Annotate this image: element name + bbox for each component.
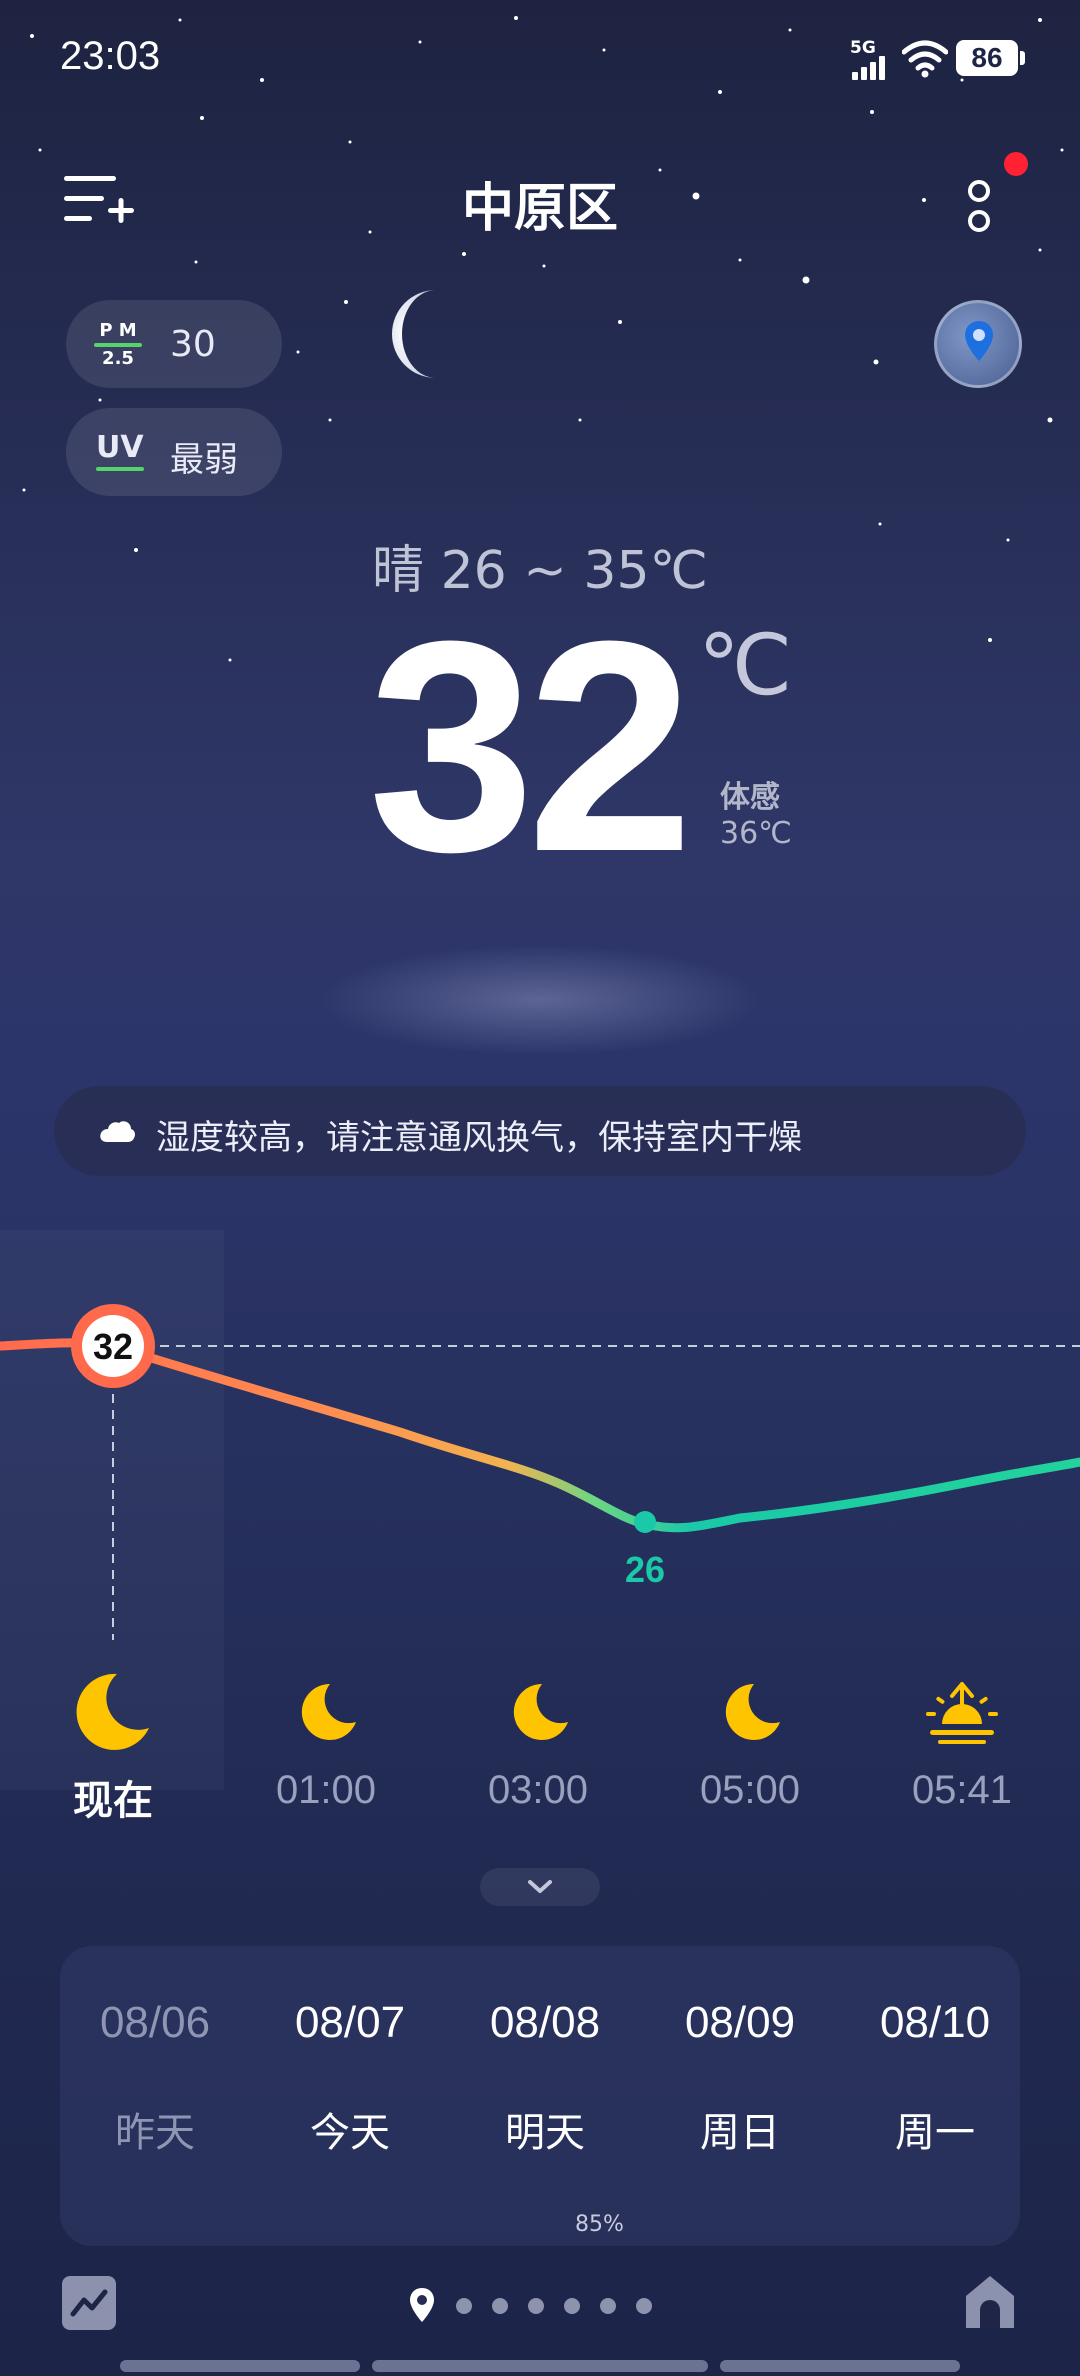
min-temp-label: 26 <box>625 1549 665 1590</box>
city-title: 中原区 <box>461 179 618 239</box>
tip-text: 湿度较高，请注意通风换气，保持室内干燥 <box>156 1118 802 1158</box>
hour-label: 03:00 <box>487 1768 589 1812</box>
add-city-icon[interactable] <box>64 172 136 232</box>
more-options-icon[interactable] <box>962 176 996 236</box>
temperature-unit: ℃ <box>698 616 793 714</box>
page-dot[interactable] <box>492 2298 508 2314</box>
hour-label: 05:00 <box>699 1768 801 1812</box>
min-temp-point <box>634 1511 656 1533</box>
moon-icon <box>301 1683 356 1740</box>
day-name: 周一 <box>895 2110 975 2156</box>
cloud-icon <box>100 1121 135 1142</box>
day-name: 今天 <box>310 2110 390 2156</box>
hour-item[interactable]: 05:00 <box>660 1670 840 1813</box>
day-item[interactable]: 08/08 明天 <box>450 1998 640 2158</box>
notification-dot <box>1004 152 1028 176</box>
precipitation-label: 85% <box>575 2212 624 2237</box>
hourly-temperature-chart[interactable]: 32 26 <box>0 1270 1080 1640</box>
day-date: 08/07 <box>294 1998 406 2047</box>
hour-item[interactable]: 03:00 <box>448 1670 628 1813</box>
uv-value: 最弱 <box>170 440 238 480</box>
status-bar: 23:03 5G 86 <box>0 0 1080 120</box>
uv-chip[interactable]: UV 最弱 <box>66 408 282 496</box>
moon-icon <box>76 1673 149 1750</box>
feels-like-value: 36℃ <box>720 816 792 851</box>
hour-label: 05:41 <box>911 1768 1013 1812</box>
temperature-curve <box>0 1338 1080 1533</box>
location-map-button[interactable] <box>934 300 1022 388</box>
day-name: 明天 <box>505 2110 585 2156</box>
day-name: 周日 <box>700 2110 780 2156</box>
day-name: 昨天 <box>115 2110 195 2156</box>
location-pin-icon <box>410 2288 434 2322</box>
pm25-value: 30 <box>170 324 216 365</box>
page-dot[interactable] <box>600 2298 616 2314</box>
day-date: 08/10 <box>879 1998 991 2047</box>
day-item[interactable]: 08/10 周一 <box>840 1998 1020 2158</box>
wifi-icon <box>902 40 948 78</box>
expand-hourly-button[interactable] <box>480 1868 600 1906</box>
day-item-yesterday[interactable]: 08/06 昨天 <box>60 1998 250 2158</box>
crescent-moon-icon <box>392 290 436 378</box>
weather-tip[interactable]: 湿度较高，请注意通风换气，保持室内干燥 <box>54 1086 1026 1176</box>
pm25-chip[interactable]: P M 2.5 30 <box>66 300 282 388</box>
city-page-indicator[interactable] <box>408 2286 668 2326</box>
hour-label: 01:00 <box>275 1768 377 1812</box>
signal-icon <box>852 56 885 80</box>
day-item[interactable]: 08/07 今天 <box>255 1998 445 2158</box>
day-item[interactable]: 08/09 周日 <box>645 1998 835 2158</box>
current-temperature: 32 <box>368 578 694 914</box>
day-date: 08/08 <box>489 1998 601 2047</box>
day-date: 08/09 <box>684 1998 796 2047</box>
sunrise-icon <box>926 1682 998 1744</box>
trend-button[interactable] <box>62 2276 116 2330</box>
page-dot[interactable] <box>636 2298 652 2314</box>
day-date: 08/06 <box>99 1998 211 2047</box>
hour-item[interactable]: 01:00 <box>236 1670 416 1813</box>
uv-icon: UV <box>96 430 144 471</box>
status-time: 23:03 <box>60 34 161 78</box>
current-temp-label: 32 <box>93 1326 133 1367</box>
chevron-down-icon <box>528 1880 552 1893</box>
network-type: 5G <box>850 38 876 58</box>
location-pin-icon <box>965 321 993 361</box>
feels-like-label: 体感 <box>720 780 780 815</box>
trend-chart-icon <box>70 2289 108 2317</box>
moon-icon <box>725 1683 780 1740</box>
page-dot[interactable] <box>564 2298 580 2314</box>
moon-icon <box>513 1683 568 1740</box>
hour-item-now[interactable]: 现在 <box>23 1670 203 1826</box>
hour-item[interactable]: 05:41 <box>872 1670 1052 1813</box>
pm25-icon: P M 2.5 <box>94 322 142 368</box>
scroll-indicator <box>372 2360 708 2372</box>
hour-label: 现在 <box>73 1778 153 1824</box>
battery-icon: 86 <box>956 40 1025 76</box>
daily-forecast-card[interactable]: 08/06 昨天 08/07 今天 08/08 明天 08/09 周日 08/1… <box>60 1946 1020 2246</box>
home-icon[interactable] <box>962 2272 1018 2332</box>
page-dot[interactable] <box>528 2298 544 2314</box>
scroll-indicator <box>120 2360 360 2372</box>
page-dot[interactable] <box>456 2298 472 2314</box>
scroll-indicator <box>720 2360 960 2372</box>
